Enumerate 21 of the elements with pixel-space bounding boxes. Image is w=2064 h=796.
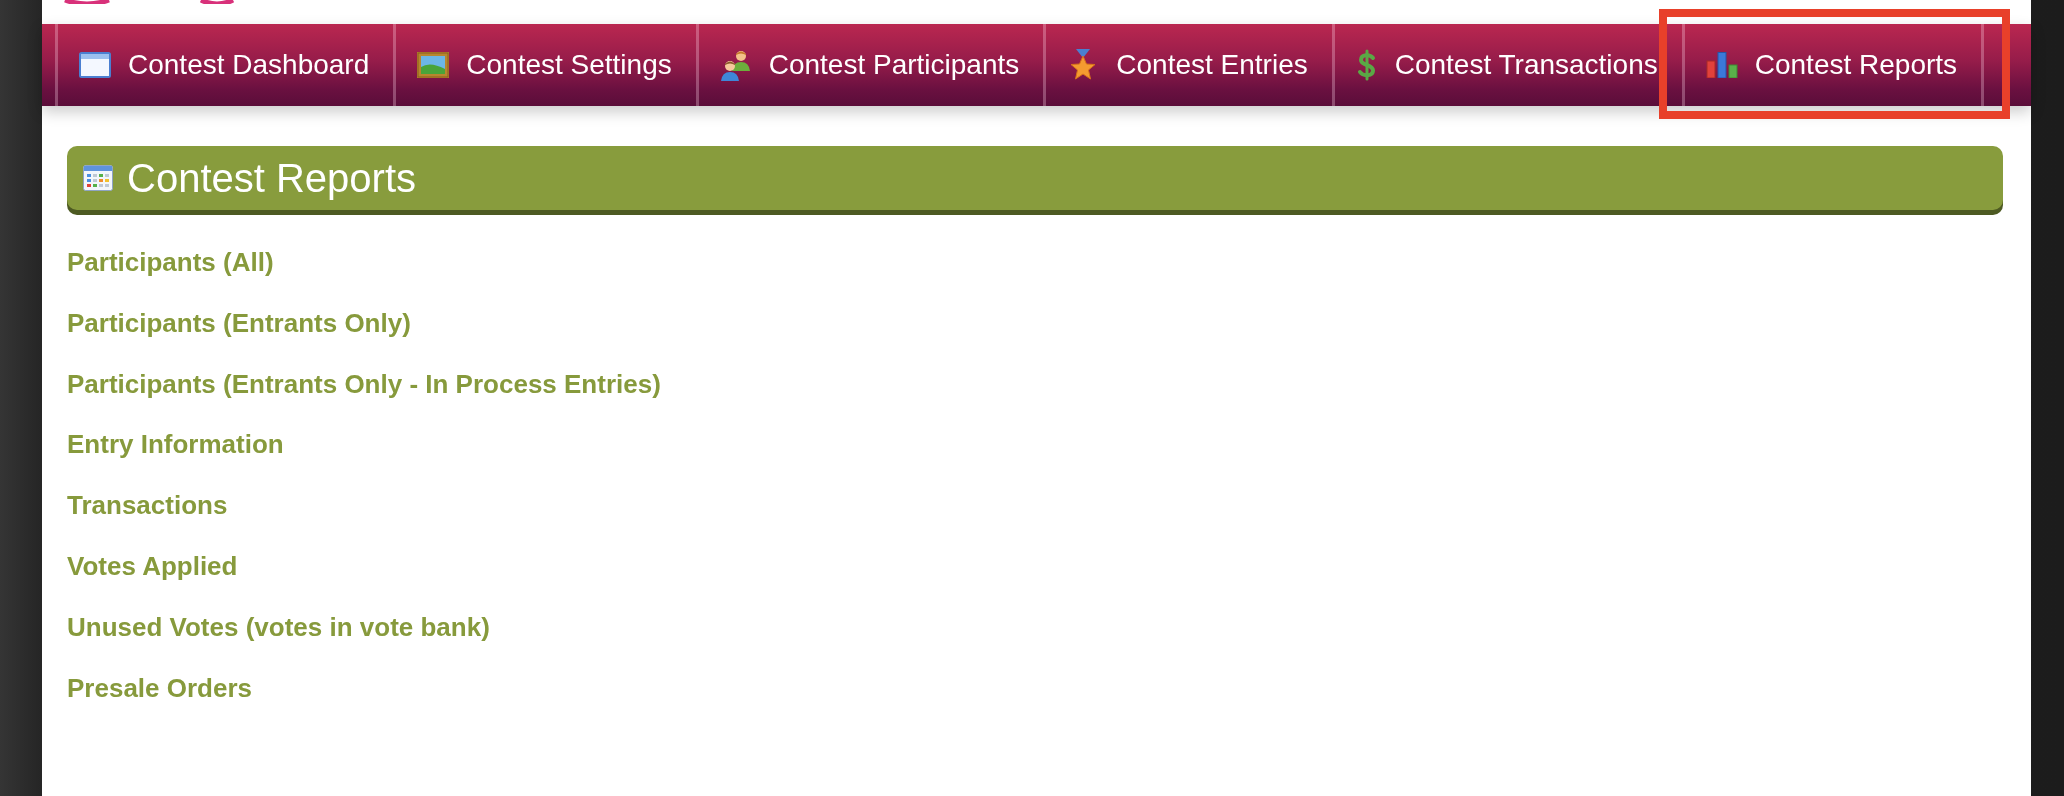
nav-tab[interactable]: Contest Entries	[1043, 24, 1332, 106]
report-link[interactable]: Participants (All)	[67, 247, 274, 277]
calendar-icon	[83, 165, 113, 191]
window-icon	[79, 52, 111, 78]
panel-title: Contest Reports	[127, 155, 417, 201]
dollar-icon	[1355, 49, 1378, 81]
nav-tab[interactable]: Contest Dashboard	[55, 24, 394, 106]
report-link[interactable]: Entry Information	[67, 429, 284, 460]
report-link[interactable]: Votes Applied	[67, 551, 238, 581]
nav-tab[interactable]: Contest Reports	[1681, 24, 1985, 106]
report-link[interactable]: Transactions	[67, 490, 228, 521]
picture-frame-icon	[417, 52, 450, 78]
report-link[interactable]: Presale Orders	[67, 672, 252, 703]
report-link[interactable]: Unused Votes (votes in vote bank)	[67, 611, 490, 642]
bar-chart-icon	[1705, 52, 1738, 78]
nav-tab[interactable]: Contest Settings	[393, 24, 696, 106]
nav-tab[interactable]: Contest Transactions	[1331, 24, 1682, 106]
report-link[interactable]: Participants (Entrants Only)	[67, 307, 411, 338]
nav-tab[interactable]: Contest Participants	[695, 24, 1044, 106]
people-icon	[719, 49, 752, 81]
report-link[interactable]: Participants (Entrants Only - In Process Entries)	[67, 368, 661, 399]
